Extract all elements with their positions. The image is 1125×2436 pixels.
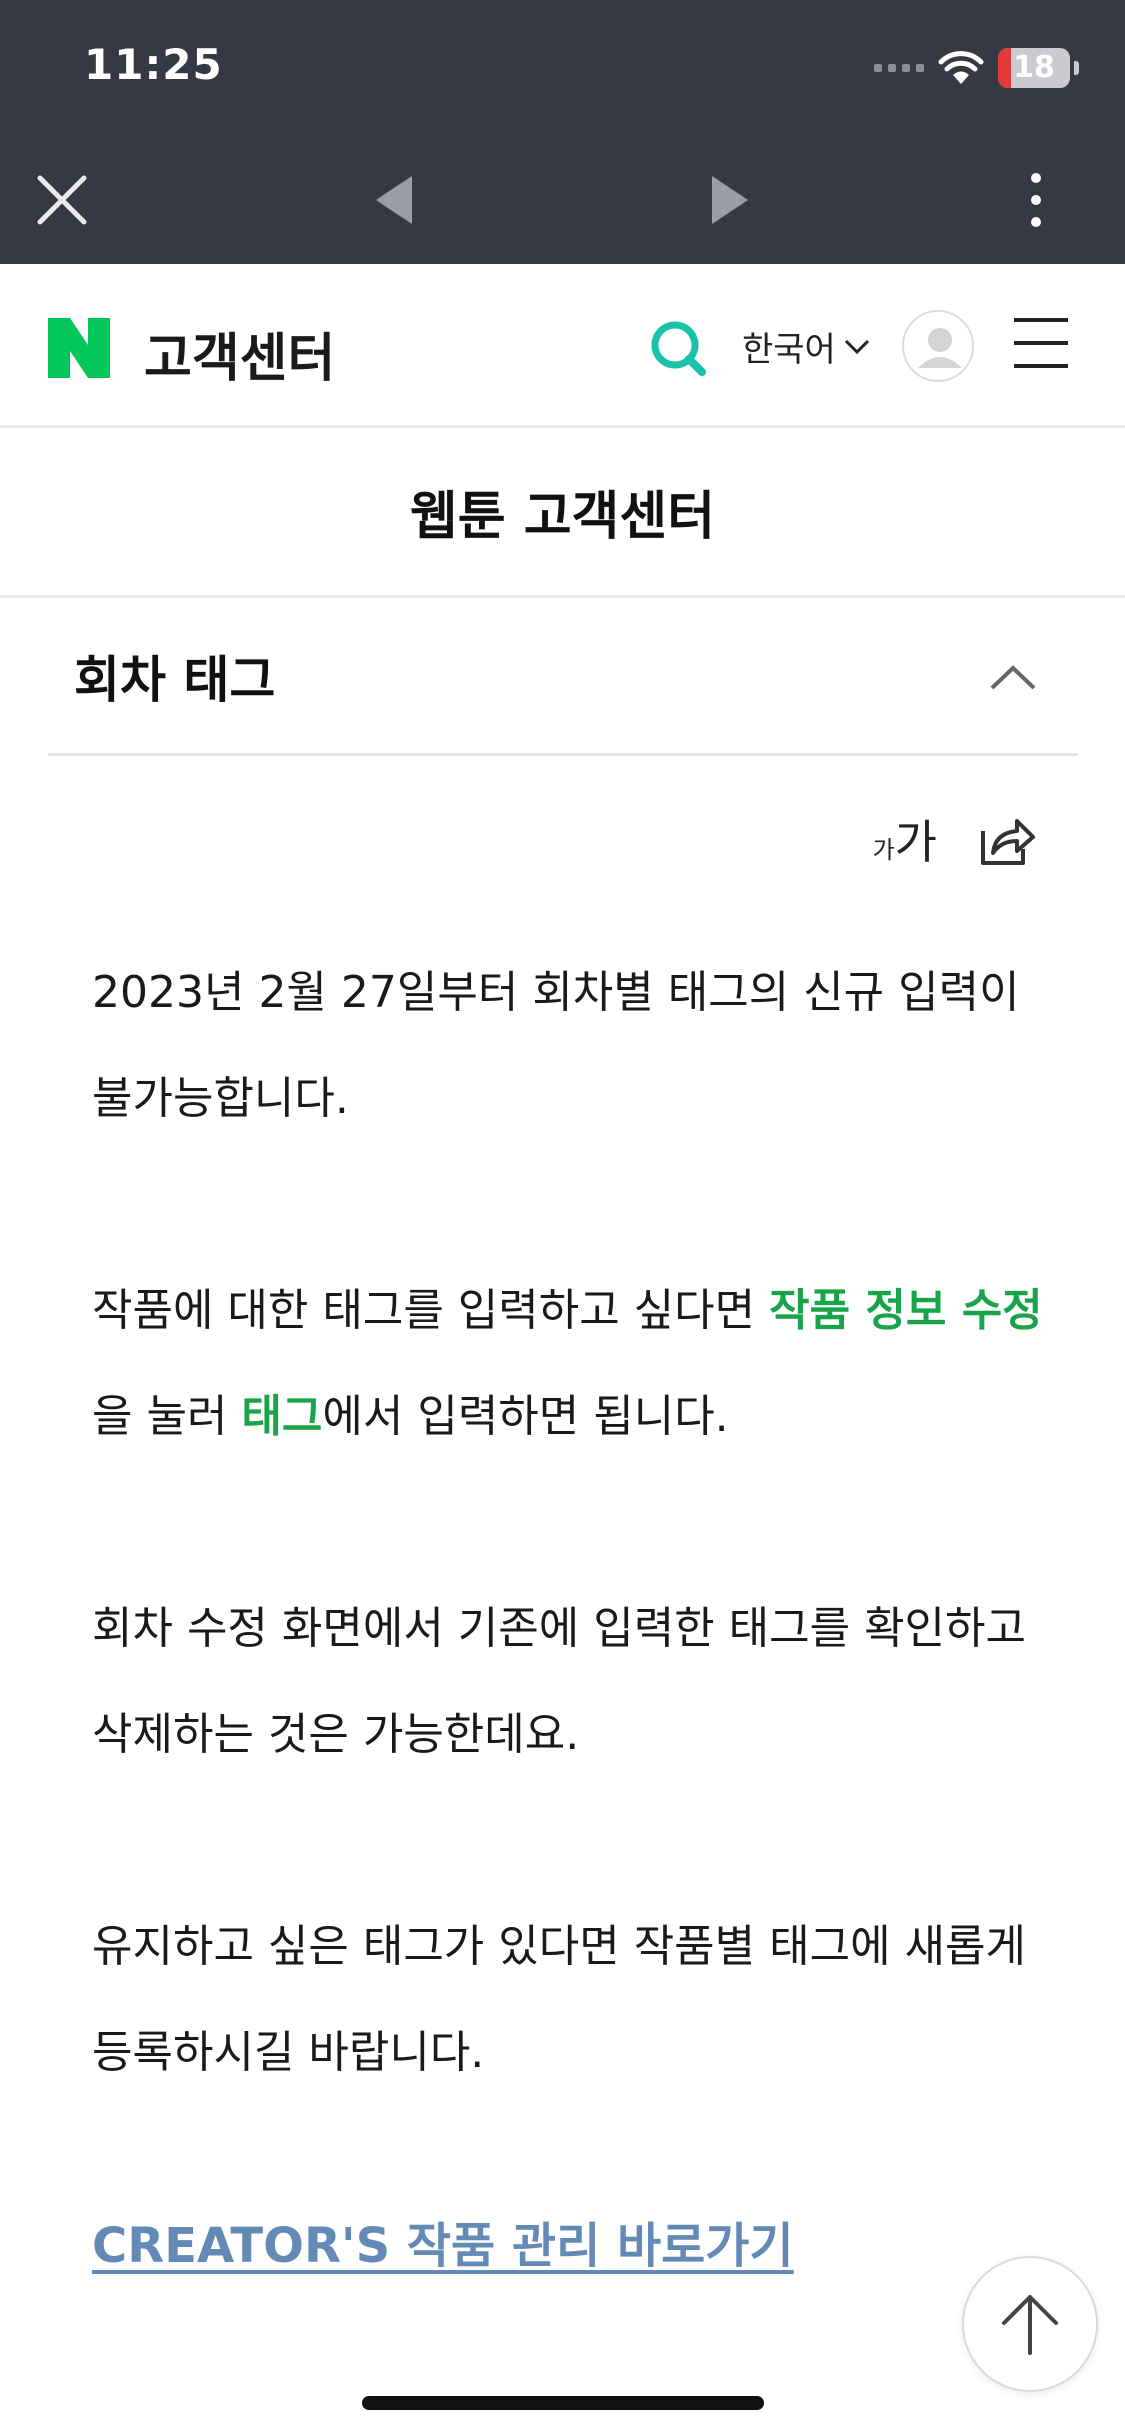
- highlight-edit-info: 작품 정보 수정: [769, 1285, 1043, 1336]
- page-title: 웹툰 고객센터: [0, 428, 1125, 598]
- paragraph: 작품에 대한 태그를 입력하고 싶다면 작품 정보 수정을 눌러 태그에서 입력…: [92, 1258, 1052, 1470]
- forward-button[interactable]: [690, 160, 770, 240]
- battery-indicator: 18: [998, 48, 1070, 88]
- font-small-glyph: 가: [872, 836, 895, 864]
- home-indicator: [362, 2396, 764, 2410]
- font-big-glyph: 가: [894, 815, 937, 869]
- browser-toolbar: 11:25 18: [0, 0, 1125, 264]
- user-icon: [918, 328, 962, 368]
- highlight-tag: 태그: [241, 1391, 323, 1442]
- paragraph: 2023년 2월 27일부터 회차별 태그의 신규 입력이 불가능합니다.: [92, 967, 1020, 1124]
- site-header: 고객센터 한국어: [0, 264, 1125, 428]
- font-size-button[interactable]: 가 가: [873, 806, 937, 872]
- status-indicators: 18: [874, 44, 1079, 92]
- more-options-button[interactable]: [996, 160, 1076, 240]
- article-title: 회차 태그: [74, 651, 276, 709]
- scroll-to-top-button[interactable]: [962, 2256, 1098, 2392]
- article-body: 2023년 2월 27일부터 회차별 태그의 신규 입력이 불가능합니다. 작품…: [92, 940, 1052, 2212]
- close-button[interactable]: [22, 160, 102, 240]
- site-title[interactable]: 고객센터: [144, 316, 335, 391]
- text-span: 을 눌러: [92, 1391, 242, 1442]
- text-span: 에서 입력하면 됩니다.: [322, 1391, 729, 1442]
- close-icon: [37, 175, 87, 225]
- language-label: 한국어: [742, 330, 836, 370]
- avatar[interactable]: [902, 310, 974, 382]
- article-tools: 가 가: [873, 806, 1037, 872]
- back-button[interactable]: [354, 160, 434, 240]
- share-icon[interactable]: [977, 809, 1037, 869]
- paragraph: 유지하고 싶은 태그가 있다면 작품별 태그에 새롭게 등록하시길 바랍니다.: [92, 1921, 1026, 2078]
- triangle-right-icon: [712, 176, 748, 224]
- triangle-left-icon: [376, 176, 412, 224]
- wifi-icon: [938, 51, 984, 84]
- accordion-header[interactable]: 회차 태그: [48, 598, 1078, 756]
- naver-logo[interactable]: [48, 318, 110, 378]
- language-selector[interactable]: 한국어: [742, 322, 870, 371]
- hamburger-menu-icon[interactable]: [1010, 312, 1072, 374]
- search-icon[interactable]: [646, 316, 710, 380]
- text-span: 작품에 대한 태그를 입력하고 싶다면: [92, 1285, 770, 1336]
- status-time: 11:25: [84, 40, 223, 89]
- paragraph: 회차 수정 화면에서 기존에 입력한 태그를 확인하고 삭제하는 것은 가능한데…: [92, 1603, 1026, 1760]
- cellular-signal-icon: [874, 64, 924, 72]
- vertical-dots-icon: [1031, 173, 1041, 227]
- chevron-up-icon: [990, 665, 1036, 690]
- arrow-up-icon: [1002, 2295, 1058, 2355]
- battery-level: 18: [1013, 50, 1055, 85]
- chevron-down-icon: [844, 339, 869, 354]
- creators-link[interactable]: CREATOR'S 작품 관리 바로가기: [92, 2206, 794, 2276]
